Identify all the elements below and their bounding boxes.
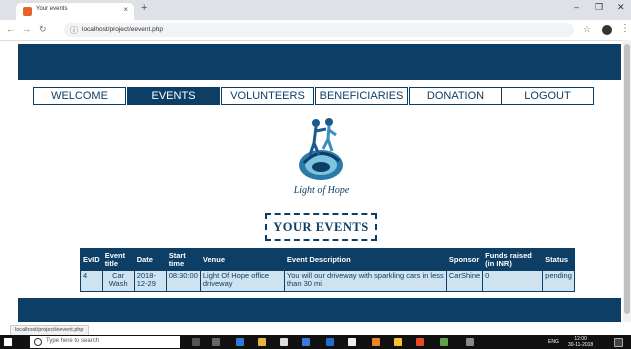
table-row: 4 Car Wash 2018-12-29 08:30:00 Light Of … xyxy=(80,270,576,292)
new-tab-icon[interactable]: + xyxy=(141,2,147,14)
restore-icon[interactable]: ❐ xyxy=(595,2,603,13)
url-text: localhost/project/eevent.php xyxy=(82,26,163,33)
col-date: Date xyxy=(133,248,167,271)
nav-beneficiaries[interactable]: BENEFICIARIES xyxy=(315,87,408,105)
xampp-icon[interactable] xyxy=(372,338,380,346)
browser-tab[interactable]: Your events × xyxy=(16,3,134,20)
bookmark-star-icon[interactable]: ☆ xyxy=(583,24,591,35)
page-scrollbar[interactable] xyxy=(623,40,631,322)
col-event-description: Event Description xyxy=(283,248,447,271)
back-icon[interactable]: ← xyxy=(6,24,15,34)
cell-funds-raised: 0 xyxy=(482,270,544,292)
dropbox-icon[interactable] xyxy=(302,338,310,346)
forward-icon[interactable]: → xyxy=(22,24,31,34)
app-icon[interactable] xyxy=(416,338,424,346)
cell-start-time: 08:30:00 xyxy=(165,270,201,292)
system-tray-clock[interactable]: 12:00 30-11-2018 xyxy=(568,336,593,348)
address-bar: ← → ↻ ⓘ localhost/project/eevent.php ☆ ⋮ xyxy=(0,20,631,41)
mail-icon[interactable] xyxy=(348,338,356,346)
nav-logout[interactable]: LOGOUT xyxy=(501,87,594,105)
site-footer xyxy=(18,298,621,322)
window-close-icon[interactable]: ✕ xyxy=(617,2,625,13)
close-tab-icon[interactable]: × xyxy=(123,5,128,14)
nav-volunteers[interactable]: VOLUNTEERS xyxy=(221,87,314,105)
skype-icon[interactable] xyxy=(326,338,334,346)
url-field[interactable]: ⓘ localhost/project/eevent.php xyxy=(64,23,574,37)
browser-menu-icon[interactable]: ⋮ xyxy=(620,23,630,34)
reload-icon[interactable]: ↻ xyxy=(39,24,47,35)
cortana-icon xyxy=(34,338,42,346)
scrollbar-thumb[interactable] xyxy=(624,44,630,314)
extension-icon[interactable] xyxy=(602,25,612,35)
mic-icon[interactable] xyxy=(192,338,200,346)
cell-date: 2018-12-29 xyxy=(133,270,167,292)
nav-donation[interactable]: DONATION xyxy=(409,87,502,105)
app2-icon[interactable] xyxy=(440,338,448,346)
file-explorer-icon[interactable] xyxy=(258,338,266,346)
col-sponsor: Sponsor xyxy=(445,248,484,271)
cell-sponsor: CarShine xyxy=(445,270,484,292)
app3-icon[interactable] xyxy=(466,338,474,346)
col-evid: EvID xyxy=(80,248,103,271)
tray-date: 30-11-2018 xyxy=(568,342,594,348)
taskbar-search-placeholder: Type here to search xyxy=(46,338,100,344)
cell-event-title: Car Wash xyxy=(101,270,135,292)
cell-status: pending xyxy=(542,270,576,292)
cell-venue: Light Of Hope office driveway xyxy=(199,270,285,292)
cell-evid: 4 xyxy=(80,270,103,292)
cell-event-description: You will our driveway with sparkling car… xyxy=(283,270,447,292)
nav-welcome[interactable]: WELCOME xyxy=(33,87,126,105)
favicon-icon xyxy=(23,7,32,16)
notifications-icon[interactable] xyxy=(614,338,623,347)
chrome-icon[interactable] xyxy=(394,338,402,346)
site-logo: Light of Hope xyxy=(284,115,359,205)
task-view-icon[interactable] xyxy=(212,338,220,346)
nav-events[interactable]: EVENTS xyxy=(127,87,220,105)
edge-icon[interactable] xyxy=(236,338,244,346)
browser-tab-bar: Your events × + – ❐ ✕ xyxy=(0,0,631,20)
events-table: EvID Event title Date Start time Venue E… xyxy=(80,248,576,292)
page-title: YOUR EVENTS xyxy=(265,213,377,241)
taskbar-search[interactable]: Type here to search xyxy=(30,336,180,348)
dancers-globe-icon xyxy=(299,118,343,180)
col-start-time: Start time xyxy=(165,248,201,271)
minimize-icon[interactable]: – xyxy=(574,2,579,12)
col-venue: Venue xyxy=(199,248,285,271)
info-icon: ⓘ xyxy=(70,26,78,35)
logo-caption: Light of Hope xyxy=(293,185,350,196)
os-taskbar: Type here to search 12:00 30-11-2018 ENG xyxy=(0,335,631,349)
windows-start-icon[interactable] xyxy=(4,338,12,346)
table-header-row: EvID Event title Date Start time Venue E… xyxy=(80,248,576,271)
tray-lang[interactable]: ENG xyxy=(548,339,559,345)
main-nav: WELCOME EVENTS VOLUNTEERS BENEFICIARIES … xyxy=(33,87,594,105)
tab-title: Your events xyxy=(36,6,68,12)
site-header-banner xyxy=(18,44,621,80)
col-status: Status xyxy=(542,248,576,271)
col-funds-raised: Funds raised (in INR) xyxy=(482,248,544,271)
col-event-title: Event title xyxy=(101,248,135,271)
store-icon[interactable] xyxy=(280,338,288,346)
